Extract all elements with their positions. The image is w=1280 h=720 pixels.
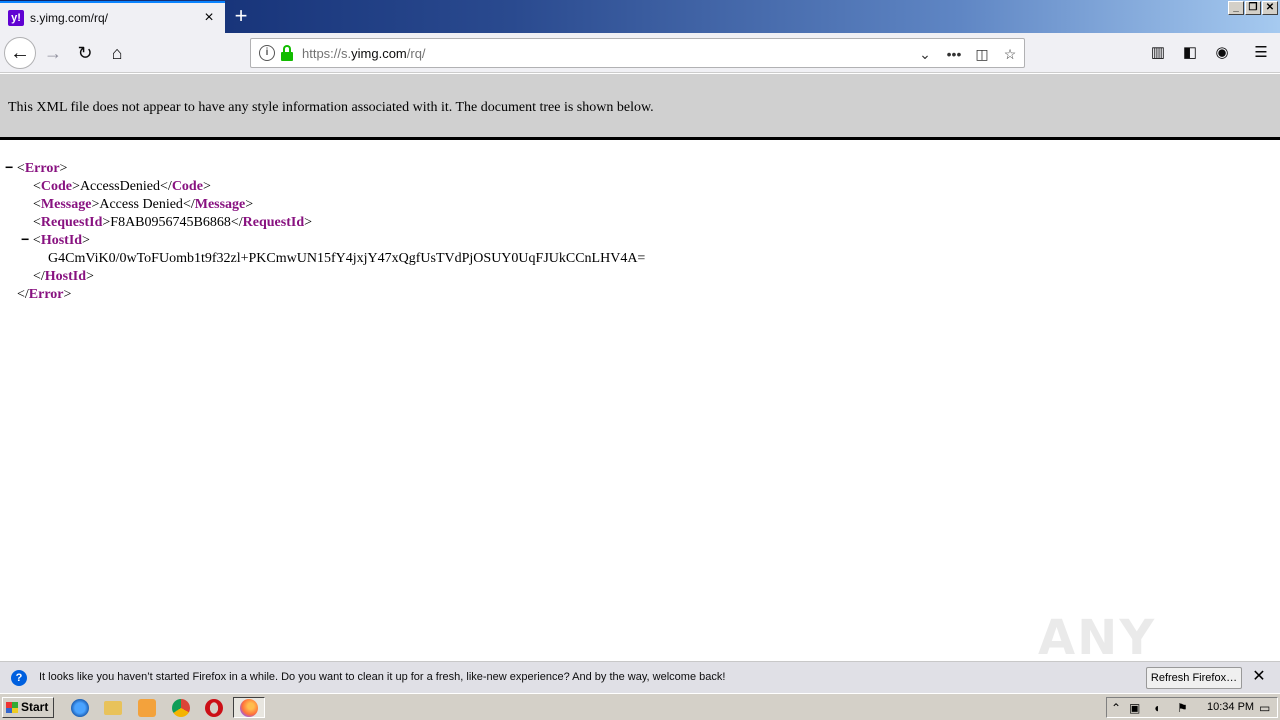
restore-button[interactable]: ❐ (1245, 1, 1261, 15)
show-hidden-icons-icon[interactable]: ⌃ (1111, 701, 1121, 715)
system-tray: ⌃ ▣ ◖ ⚑ 10:34 PM ▭ (1106, 697, 1278, 718)
close-window-button[interactable]: ✕ (1262, 1, 1278, 15)
url-domain: yimg.com (351, 46, 407, 61)
reload-icon: ↻ (77, 43, 93, 63)
lock-icon[interactable] (280, 45, 294, 61)
account-icon[interactable]: ◉ (1211, 42, 1233, 64)
home-icon: ⌂ (111, 43, 123, 63)
info-icon[interactable]: i (259, 45, 275, 61)
code-value: AccessDenied (79, 179, 161, 194)
url-path: /rq/ (406, 46, 426, 61)
taskbar-firefox-button[interactable] (233, 697, 265, 718)
home-button[interactable]: ⌂ (101, 37, 133, 69)
forward-button[interactable]: → (37, 37, 69, 69)
message-value: Access Denied (99, 197, 183, 212)
tag-name: HostId (44, 269, 87, 284)
tab-close-icon[interactable]: × (199, 8, 219, 28)
library-icon[interactable]: ▥ (1147, 42, 1169, 64)
show-desktop-icon[interactable]: ▭ (1259, 701, 1270, 715)
tag-name: Message (40, 197, 92, 212)
star-icon[interactable]: ☆ (999, 43, 1021, 65)
tag-name: RequestId (40, 215, 103, 230)
xml-message-line: <Message>Access Denied</Message> (33, 197, 254, 212)
back-button[interactable]: ← (4, 37, 36, 69)
reload-button[interactable]: ↻ (69, 37, 101, 69)
collapse-toggle[interactable]: − (5, 161, 13, 177)
network-icon[interactable]: ▣ (1129, 701, 1140, 715)
sidebar-icon[interactable]: ◧ (1179, 42, 1201, 64)
xml-hostid-close: </HostId> (33, 269, 94, 284)
tag-name: Code (171, 179, 203, 194)
xml-error-open[interactable]: − <Error> (5, 160, 67, 178)
tag-name: Code (40, 179, 73, 194)
clock[interactable]: 10:34 PM (1207, 701, 1254, 713)
yahoo-favicon-icon: y! (8, 10, 24, 26)
xml-code-line: <Code>AccessDenied</Code> (33, 179, 211, 194)
taskbar: Start ⌃ ▣ ◖ ⚑ 10:34 PM ▭ (0, 693, 1280, 720)
refresh-firefox-button[interactable]: Refresh Firefox… (1146, 667, 1242, 689)
window-controls: _ ❐ ✕ (1228, 1, 1278, 15)
new-tab-button[interactable]: + (228, 3, 254, 29)
forward-arrow-icon: → (44, 43, 62, 63)
minimize-button[interactable]: _ (1228, 1, 1244, 15)
chevron-down-icon[interactable]: ⌄ (914, 43, 936, 65)
back-arrow-icon: ← (10, 42, 30, 64)
notification-bar: ? It looks like you haven’t started Fire… (0, 661, 1280, 693)
collapse-toggle[interactable]: − (21, 233, 29, 249)
start-label: Start (21, 700, 49, 714)
pocket-icon[interactable]: ◫ (971, 43, 993, 65)
requestid-value: F8AB0956745B6868 (110, 215, 231, 230)
xml-hostid-open[interactable]: − <HostId> (21, 232, 90, 250)
tag-name: Error (24, 161, 60, 176)
url-text[interactable]: https://s.yimg.com/rq/ (302, 46, 426, 61)
xml-requestid-line: <RequestId>F8AB0956745B6868</RequestId> (33, 215, 313, 230)
question-icon: ? (11, 670, 27, 686)
hostid-value: G4CmViK0/0wToFUomb1t9f32zl+PKCmwUN15fY4j… (48, 251, 646, 266)
windows-logo-icon (6, 702, 18, 713)
media-player-icon[interactable] (138, 699, 156, 717)
xml-error-close: </Error> (17, 287, 72, 302)
xml-info-text: This XML file does not appear to have an… (8, 100, 654, 115)
firefox-icon (240, 699, 258, 717)
url-prefix: https://s. (302, 46, 352, 61)
url-bar[interactable]: i https://s.yimg.com/rq/ ⌄ ••• ◫ ☆ (250, 38, 1025, 68)
tag-name: Message (194, 197, 246, 212)
more-icon[interactable]: ••• (943, 43, 965, 65)
close-icon[interactable]: ✕ (1250, 668, 1268, 686)
internet-explorer-icon[interactable] (71, 699, 89, 717)
start-button[interactable]: Start (2, 697, 54, 718)
title-bar: y! s.yimg.com/rq/ × + _ ❐ ✕ (0, 0, 1280, 33)
folder-icon[interactable] (104, 701, 122, 715)
tab-title: s.yimg.com/rq/ (30, 11, 109, 25)
xml-info-banner: This XML file does not appear to have an… (0, 74, 1280, 140)
chrome-icon[interactable] (172, 699, 190, 717)
browser-tab[interactable]: y! s.yimg.com/rq/ × (0, 1, 225, 33)
menu-icon[interactable]: ☰ (1250, 42, 1272, 64)
opera-icon[interactable] (205, 699, 223, 717)
action-center-flag-icon[interactable]: ⚑ (1177, 701, 1188, 715)
notification-message: It looks like you haven’t started Firefo… (39, 671, 726, 683)
volume-icon[interactable]: ◖ (1153, 701, 1160, 715)
tag-name: Error (28, 287, 64, 302)
navigation-toolbar: ← → ↻ ⌂ i https://s.yimg.com/rq/ ⌄ ••• ◫… (0, 33, 1280, 73)
tag-name: HostId (40, 233, 83, 248)
tag-name: RequestId (242, 215, 305, 230)
